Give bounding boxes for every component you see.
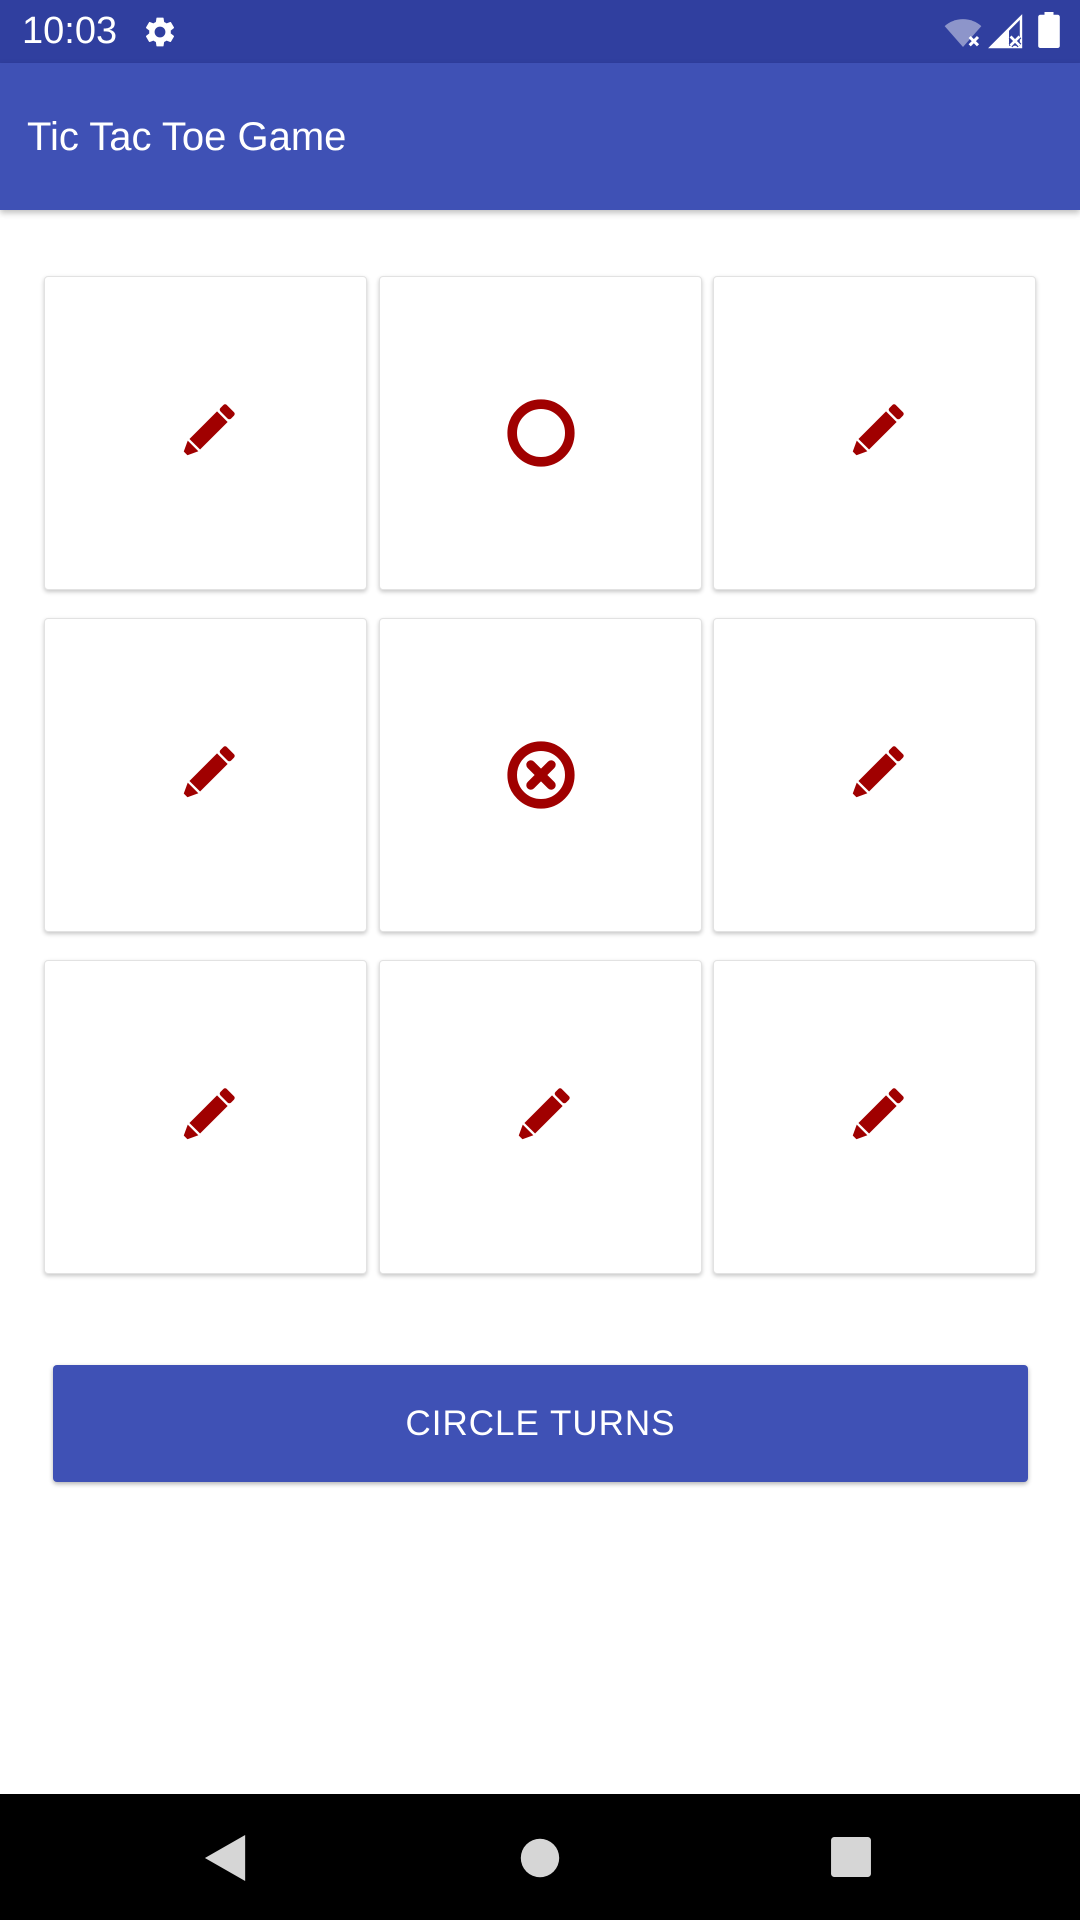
- board-cell-5[interactable]: [379, 618, 702, 932]
- signal-off-icon: [988, 14, 1023, 49]
- wifi-off-icon: [944, 19, 982, 47]
- board-cell-9[interactable]: [713, 960, 1036, 1274]
- pencil-icon: [848, 404, 904, 460]
- gear-icon: [145, 17, 175, 47]
- board-cell-7[interactable]: [44, 960, 367, 1274]
- pencil-icon: [848, 1088, 904, 1144]
- app-bar: Tic Tac Toe Game: [0, 63, 1080, 210]
- status-bar: 10:03: [0, 0, 1080, 63]
- board-cell-8[interactable]: [379, 960, 702, 1274]
- pencil-icon: [848, 746, 904, 802]
- board-cell-1[interactable]: [44, 276, 367, 590]
- game-board: [44, 276, 1037, 1274]
- battery-icon: [1038, 12, 1060, 48]
- circle-icon: [506, 399, 575, 467]
- pencil-icon: [179, 746, 235, 802]
- turn-button[interactable]: CIRCLE TURNS: [53, 1365, 1028, 1482]
- board-cell-3[interactable]: [713, 276, 1036, 590]
- status-time: 10:03: [22, 10, 118, 52]
- back-icon[interactable]: [203, 1833, 249, 1883]
- cross-circle-icon: [506, 741, 575, 809]
- pencil-icon: [179, 1088, 235, 1144]
- board-cell-6[interactable]: [713, 618, 1036, 932]
- pencil-icon: [179, 404, 235, 460]
- recent-apps-icon[interactable]: [830, 1836, 872, 1878]
- board-cell-4[interactable]: [44, 618, 367, 932]
- home-icon[interactable]: [520, 1838, 560, 1878]
- board-cell-2[interactable]: [379, 276, 702, 590]
- pencil-icon: [514, 1088, 570, 1144]
- app-title: Tic Tac Toe Game: [27, 115, 347, 159]
